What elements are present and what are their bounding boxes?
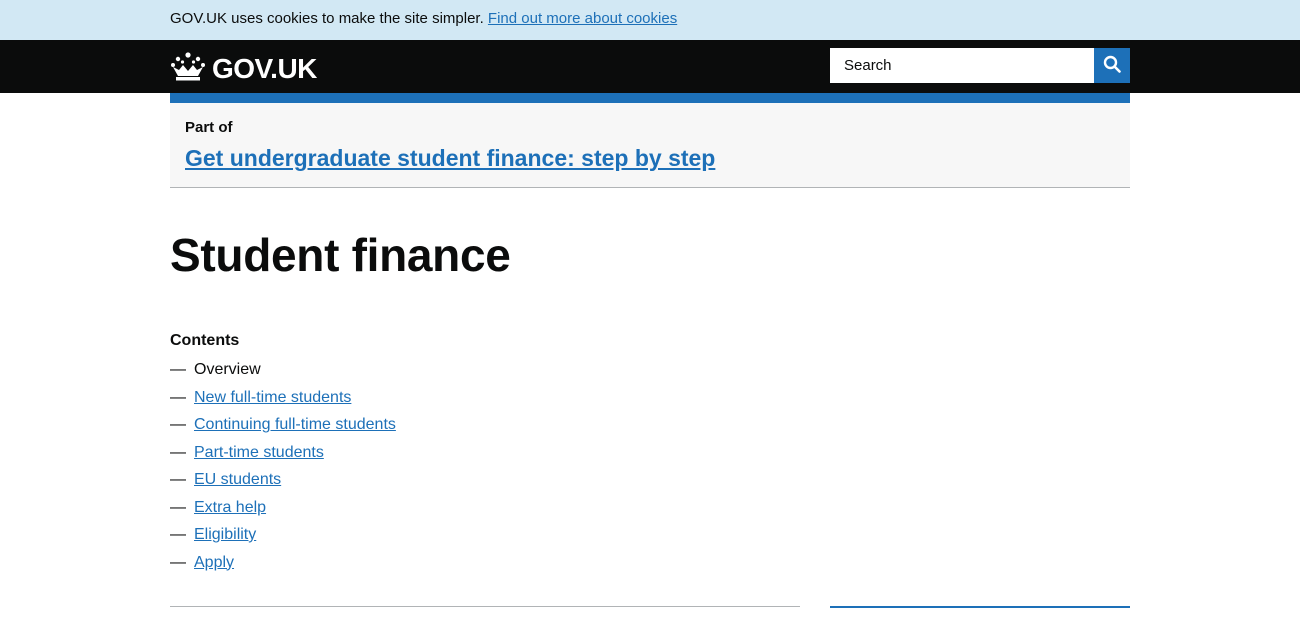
cookie-info-link[interactable]: Find out more about cookies — [488, 10, 677, 27]
step-nav-link[interactable]: Get undergraduate student finance: step … — [185, 143, 715, 173]
cookie-banner: GOV.UK uses cookies to make the site sim… — [0, 0, 1300, 40]
contents-link[interactable]: Apply — [194, 553, 234, 573]
dash-marker: — — [170, 526, 186, 543]
logo-text: GOV.UK — [212, 52, 317, 84]
dash-marker: — — [170, 498, 186, 516]
contents-item-continuing-full-time: — Continuing full-time students — [170, 415, 1130, 443]
dash-marker: — — [170, 416, 186, 433]
contents-link[interactable]: Eligibility — [194, 525, 256, 545]
contents-list: — Overview — New full-time students — Co… — [170, 360, 1130, 580]
contents-current-label: Overview — [194, 361, 261, 378]
search-form — [830, 48, 1130, 83]
contents-link[interactable]: EU students — [194, 470, 281, 490]
contents-item-new-full-time: — New full-time students — [170, 388, 1130, 416]
cookie-banner-text: GOV.UK uses cookies to make the site sim… — [170, 10, 484, 27]
site-header: GOV.UK — [0, 40, 1300, 93]
search-icon — [1103, 55, 1121, 76]
sidebar-divider — [830, 606, 1130, 608]
contents-link[interactable]: Extra help — [194, 498, 266, 518]
contents-item-eligibility: — Eligibility — [170, 525, 1130, 553]
contents-item-part-time: — Part-time students — [170, 443, 1130, 471]
contents-item-overview: — Overview — [170, 360, 1130, 388]
step-nav-header: Part of Get undergraduate student financ… — [170, 93, 1130, 188]
contents-item-apply: — Apply — [170, 553, 1130, 581]
contents-item-extra-help: — Extra help — [170, 498, 1130, 526]
step-nav-part-of-label: Part of — [185, 119, 233, 136]
dash-marker: — — [170, 361, 186, 378]
content-divider — [170, 606, 800, 607]
dash-marker: — — [170, 388, 186, 406]
contents-link[interactable]: New full-time students — [194, 388, 351, 408]
dash-marker: — — [170, 471, 186, 488]
contents-item-eu-students: — EU students — [170, 470, 1130, 498]
dash-marker: — — [170, 553, 186, 571]
main-container: Part of Get undergraduate student financ… — [170, 93, 1130, 608]
crown-icon — [170, 50, 206, 87]
contents-heading: Contents — [170, 332, 240, 349]
cookie-banner-inner: GOV.UK uses cookies to make the site sim… — [170, 0, 1130, 38]
header-inner: GOV.UK — [170, 40, 1130, 93]
search-button[interactable] — [1094, 48, 1130, 83]
search-input[interactable] — [830, 48, 1094, 83]
govuk-logo-link[interactable]: GOV.UK — [170, 50, 317, 87]
contents-link[interactable]: Continuing full-time students — [194, 415, 396, 435]
contents-link[interactable]: Part-time students — [194, 443, 324, 463]
dash-marker: — — [170, 443, 186, 461]
contents-nav: Contents — Overview — New full-time stud… — [170, 331, 1130, 580]
page-title: Student finance — [170, 229, 511, 281]
